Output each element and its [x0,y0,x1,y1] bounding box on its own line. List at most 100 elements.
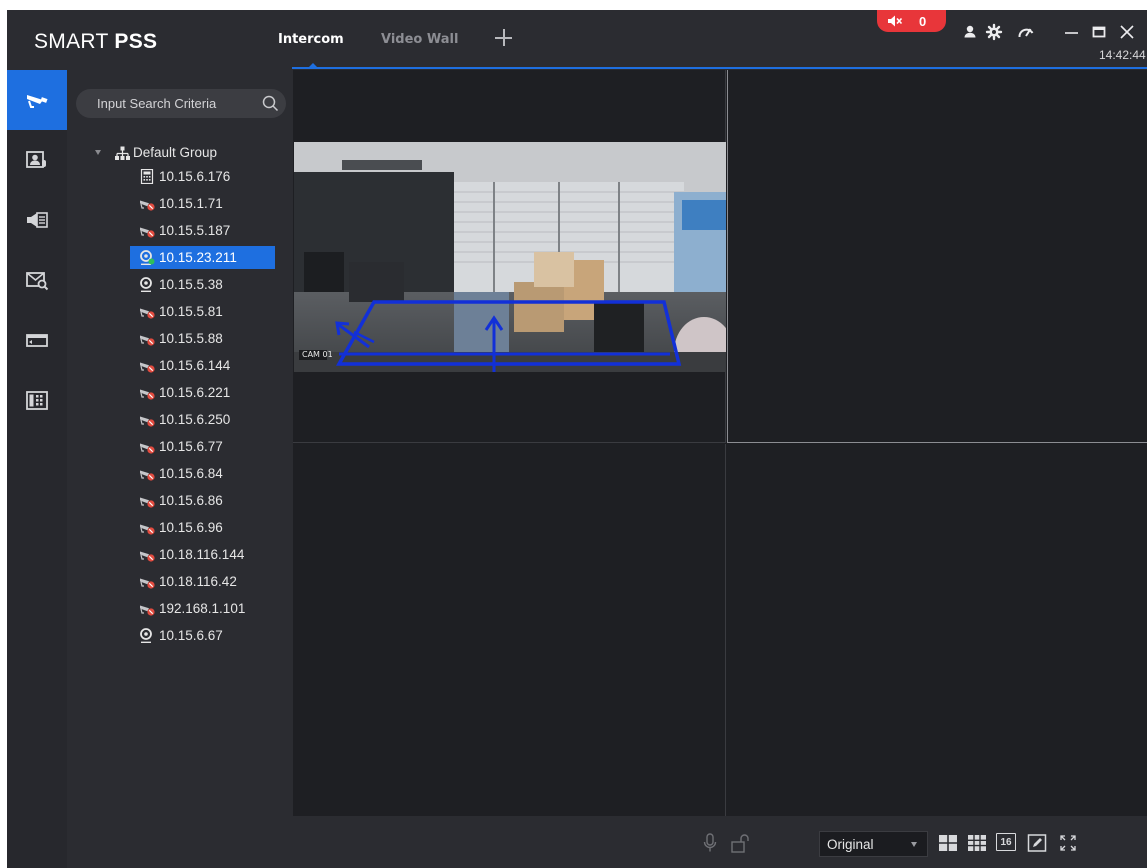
mute-speaker-icon [888,15,903,27]
video-pane-4[interactable] [727,444,1147,816]
fullscreen-icon[interactable] [1058,833,1078,853]
camera-offline-icon [140,416,155,427]
device-ip-label: 10.15.5.38 [159,277,223,292]
message-search-icon [26,272,49,291]
tree-item-device[interactable]: 10.15.5.187 [130,219,275,242]
nav-item-cards[interactable] [7,310,67,370]
tree-item-device[interactable]: 10.15.1.71 [130,192,275,215]
camera-offline-icon [140,524,155,535]
camera-offline-icon [140,335,155,346]
tree-item-device[interactable]: 10.18.116.144 [130,543,275,566]
device-ip-label: 10.18.116.144 [159,547,245,562]
tree-item-device[interactable]: 10.15.6.77 [130,435,275,458]
bottom-toolbar: Original 16 [293,816,1147,868]
tree-item-device[interactable]: 10.15.6.221 [130,381,275,404]
nav-item-contacts[interactable] [7,130,67,190]
tree-item-device[interactable]: 10.15.5.81 [130,300,275,323]
maximize-icon[interactable] [1090,23,1108,41]
alarm-count: 0 [919,13,927,29]
microphone-icon[interactable] [703,833,717,853]
tree-group-default[interactable]: Default Group [67,142,293,164]
search-box [76,89,286,118]
title-bar: SMART PSS Intercom Video Wall 0 14:42:44 [7,10,1147,70]
app-window: SMART PSS Intercom Video Wall 0 14:42:44… [7,10,1147,868]
tree-item-device[interactable]: 10.15.5.88 [130,327,275,350]
tree-item-device[interactable]: 10.15.6.67 [130,624,275,647]
nav-item-message-search[interactable] [7,250,67,310]
tree-item-device[interactable]: 10.15.6.250 [130,408,275,431]
contact-icon [26,151,46,168]
unlock-icon[interactable] [730,833,750,853]
video-pane-2[interactable] [727,70,1147,443]
close-icon[interactable] [1118,23,1136,41]
add-tab-icon[interactable] [494,27,514,47]
camera-offline-icon [140,308,155,319]
search-icon[interactable] [262,95,279,112]
camera-icon [27,95,48,108]
device-ip-label: 10.15.5.88 [159,331,223,346]
tree-item-device[interactable]: 10.15.5.38 [130,273,275,296]
camera-offline-icon [140,551,155,562]
tree-item-device[interactable]: 10.15.23.211 [130,246,275,269]
app-title: SMART PSS [34,30,157,54]
device-ip-label: 10.15.6.176 [159,169,231,184]
nav-item-live-view[interactable] [7,70,67,130]
live-camera-feed: CAM 01 [294,142,726,372]
expand-arrow-icon[interactable] [95,150,101,155]
building-icon [26,391,48,410]
video-grid: CAM 01 [293,70,1147,816]
tree-item-device[interactable]: 10.15.6.84 [130,462,275,485]
device-ip-label: 10.15.6.67 [159,628,223,643]
aspect-ratio-select[interactable]: Original [819,831,928,857]
video-pane-1[interactable]: CAM 01 [293,70,726,443]
tree-item-device[interactable]: 10.15.6.144 [130,354,275,377]
nav-item-announcement[interactable] [7,190,67,250]
tree-item-device[interactable]: 10.18.116.42 [130,570,275,593]
tab-video-wall[interactable]: Video Wall [381,32,458,47]
device-ip-label: 10.15.6.84 [159,466,223,481]
camera-offline-icon [140,443,155,454]
device-ip-label: 10.15.6.86 [159,493,223,508]
camera-offline-icon [140,389,155,400]
card-icon [26,334,48,347]
door-station-icon [140,169,154,184]
layout-16-icon[interactable]: 16 [996,833,1016,853]
cam-overlay-label: CAM 01 [302,350,333,359]
tree-item-device[interactable]: 10.15.6.86 [130,489,275,512]
alarm-badge[interactable]: 0 [877,10,946,32]
app-title-bold: PSS [114,30,158,53]
camera-offline-icon [140,578,155,589]
camera-offline-icon [140,362,155,373]
device-ip-label: 10.15.1.71 [159,196,223,211]
device-ip-label: 10.15.6.144 [159,358,231,373]
group-label: Default Group [133,145,218,160]
search-input[interactable] [76,89,256,118]
camera-offline-icon [140,227,155,238]
tree-item-device[interactable]: 10.15.6.96 [130,516,275,539]
performance-icon[interactable] [1017,23,1035,41]
device-ip-label: 10.15.6.250 [159,412,231,427]
chevron-down-icon [911,842,917,847]
layout-4-icon[interactable] [938,833,958,853]
settings-icon[interactable] [985,23,1003,41]
video-pane-3[interactable] [293,444,726,816]
camera-offline-icon [140,470,155,481]
device-ip-label: 10.15.5.187 [159,223,231,238]
minimize-icon[interactable] [1063,23,1081,41]
user-icon[interactable] [961,23,979,41]
device-ip-label: 10.15.6.77 [159,439,223,454]
layout-9-icon[interactable] [967,833,987,853]
device-ip-label: 10.15.6.96 [159,520,223,535]
tree-item-device[interactable]: 10.15.6.176 [130,165,275,188]
nav-item-building[interactable] [7,370,67,430]
tree-item-device[interactable]: 192.168.1.101 [130,597,275,620]
camera-offline-icon [140,200,155,211]
device-ip-label: 10.15.6.221 [159,385,231,400]
webcam-icon [140,628,152,643]
clock: 14:42:44 [1099,48,1146,62]
group-icon [115,146,130,160]
edit-icon[interactable] [1027,833,1047,853]
tab-intercom[interactable]: Intercom [278,32,344,47]
left-nav [7,70,67,868]
device-ip-label: 10.15.5.81 [159,304,223,319]
